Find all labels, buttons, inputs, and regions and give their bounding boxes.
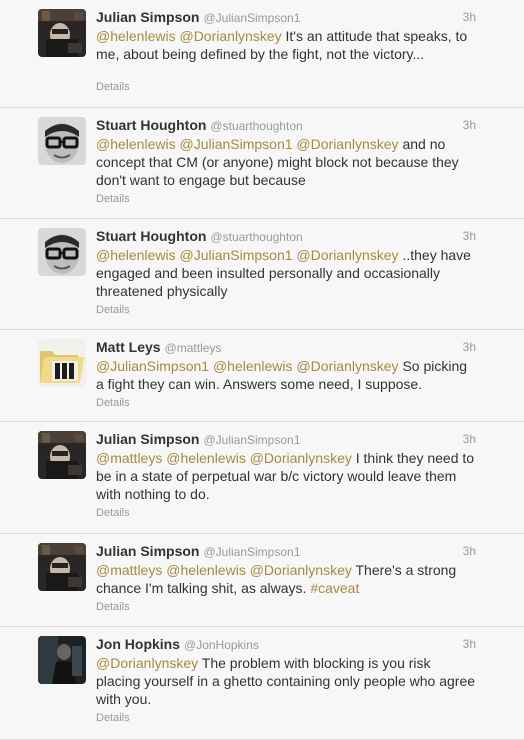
tweet-item[interactable]: Stuart Houghton @stuarthoughton 3h @helenle… [0, 108, 524, 219]
tweet-item[interactable]: Matt Leys @mattleys 3h @JulianSimpson1 @hel… [0, 330, 524, 422]
user-handle[interactable]: @JulianSimpson1 [203, 433, 300, 447]
tweet-header: Julian Simpson @JulianSimpson1 [96, 431, 476, 449]
tweet-text: @helenlewis @JulianSimpson1 @Dorianlynsk… [96, 246, 478, 300]
avatar[interactable] [38, 339, 86, 387]
mention-link[interactable]: @JulianSimpson1 [179, 136, 292, 152]
tweet-text: @mattleys @helenlewis @Dorianlynskey I t… [96, 449, 478, 503]
tweet-item[interactable]: Julian Simpson @JulianSimpson1 3h @mattleys… [0, 422, 524, 534]
user-name[interactable]: Stuart Houghton [96, 228, 206, 244]
details-link[interactable]: Details [96, 304, 130, 316]
avatar[interactable] [38, 117, 86, 165]
mention-link[interactable]: @mattleys [96, 450, 162, 466]
user-handle[interactable]: @stuarthoughton [210, 119, 302, 133]
mention-link[interactable]: @helenlewis [166, 562, 246, 578]
timestamp[interactable]: 3h [463, 432, 476, 446]
tweet-item[interactable]: Julian Simpson @JulianSimpson1 3h @mattleys… [0, 534, 524, 627]
avatar[interactable] [38, 543, 86, 591]
mention-link[interactable]: @Dorianlynskey [250, 562, 352, 578]
tweet-text: @mattleys @helenlewis @Dorianlynskey The… [96, 561, 478, 597]
mention-link[interactable]: @mattleys [96, 562, 162, 578]
details-link[interactable]: Details [96, 81, 130, 93]
avatar[interactable] [38, 9, 86, 57]
user-name[interactable]: Jon Hopkins [96, 636, 180, 652]
timestamp[interactable]: 3h [463, 229, 476, 243]
mention-link[interactable]: @Dorianlynskey [179, 28, 281, 44]
tweet-header: Julian Simpson @JulianSimpson1 [96, 543, 476, 561]
timestamp[interactable]: 3h [463, 637, 476, 651]
user-name[interactable]: Stuart Houghton [96, 117, 206, 133]
tweet-timeline: Julian Simpson @JulianSimpson1 3h @helenlew… [0, 0, 524, 740]
avatar[interactable] [38, 228, 86, 276]
hashtag-link[interactable]: #caveat [310, 580, 359, 596]
mention-link[interactable]: @Dorianlynskey [250, 450, 352, 466]
mention-link[interactable]: @helenlewis [96, 136, 176, 152]
timestamp[interactable]: 3h [463, 544, 476, 558]
user-name[interactable]: Julian Simpson [96, 543, 199, 559]
mention-link[interactable]: @helenlewis [213, 358, 293, 374]
tweet-item[interactable]: Jon Hopkins @JonHopkins 3h @Dorianlynskey T… [0, 627, 524, 740]
tweet-header: Stuart Houghton @stuarthoughton [96, 117, 476, 135]
user-handle[interactable]: @JonHopkins [184, 638, 259, 652]
mention-link[interactable]: @Dorianlynskey [96, 655, 198, 671]
tweet-header: Stuart Houghton @stuarthoughton [96, 228, 476, 246]
mention-link[interactable]: @helenlewis [96, 247, 176, 263]
mention-link[interactable]: @helenlewis [96, 28, 176, 44]
tweet-header: Jon Hopkins @JonHopkins [96, 636, 476, 654]
mention-link[interactable]: @Dorianlynskey [296, 247, 398, 263]
mention-link[interactable]: @helenlewis [166, 450, 246, 466]
user-name[interactable]: Julian Simpson [96, 431, 199, 447]
details-link[interactable]: Details [96, 507, 130, 519]
tweet-text: @helenlewis @JulianSimpson1 @Dorianlynsk… [96, 135, 478, 189]
tweet-text: @JulianSimpson1 @helenlewis @Dorianlynsk… [96, 357, 478, 393]
user-name[interactable]: Matt Leys [96, 339, 161, 355]
mention-link[interactable]: @Dorianlynskey [296, 358, 398, 374]
timestamp[interactable]: 3h [463, 340, 476, 354]
tweet-text: @Dorianlynskey The problem with blocking… [96, 654, 478, 708]
timestamp[interactable]: 3h [463, 10, 476, 24]
mention-link[interactable]: @JulianSimpson1 [96, 358, 209, 374]
tweet-item[interactable]: Julian Simpson @JulianSimpson1 3h @helenlew… [0, 0, 524, 108]
timestamp[interactable]: 3h [463, 118, 476, 132]
details-link[interactable]: Details [96, 397, 130, 409]
details-link[interactable]: Details [96, 193, 130, 205]
user-handle[interactable]: @stuarthoughton [210, 230, 302, 244]
mention-link[interactable]: @Dorianlynskey [296, 136, 398, 152]
user-handle[interactable]: @JulianSimpson1 [203, 11, 300, 25]
details-link[interactable]: Details [96, 712, 130, 724]
mention-link[interactable]: @JulianSimpson1 [179, 247, 292, 263]
user-handle[interactable]: @mattleys [165, 341, 222, 355]
tweet-header: Julian Simpson @JulianSimpson1 [96, 9, 476, 27]
tweet-item[interactable]: Stuart Houghton @stuarthoughton 3h @helenle… [0, 219, 524, 330]
avatar[interactable] [38, 636, 86, 684]
details-link[interactable]: Details [96, 601, 130, 613]
user-name[interactable]: Julian Simpson [96, 9, 199, 25]
tweet-text: @helenlewis @Dorianlynskey It's an attit… [96, 27, 478, 63]
tweet-header: Matt Leys @mattleys [96, 339, 476, 357]
avatar[interactable] [38, 431, 86, 479]
user-handle[interactable]: @JulianSimpson1 [203, 545, 300, 559]
